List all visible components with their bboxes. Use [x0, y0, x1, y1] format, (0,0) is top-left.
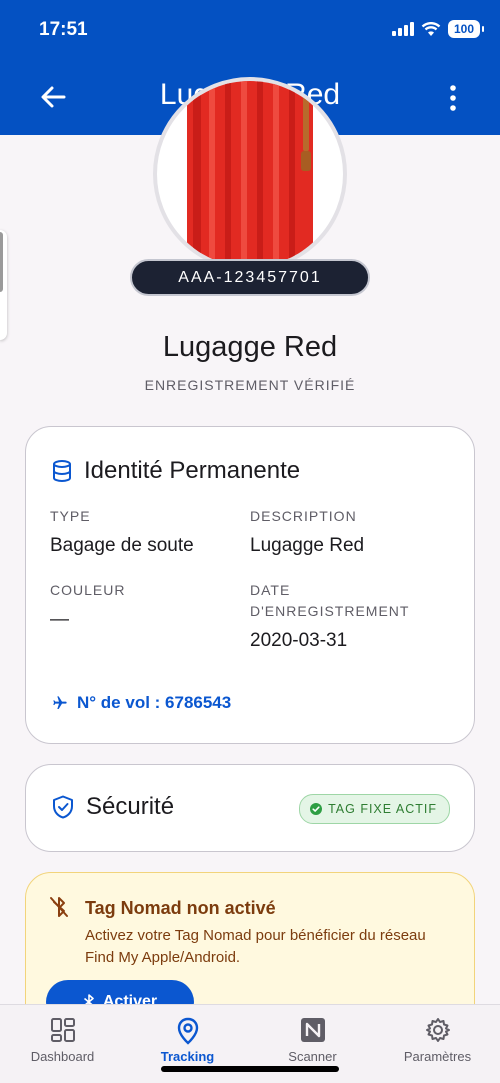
airplane-icon [53, 696, 67, 709]
nav-tracking-label: Tracking [160, 1049, 215, 1064]
item-name: Lugagge Red [162, 331, 338, 363]
home-indicator [161, 1066, 339, 1072]
color-value: — [50, 609, 69, 630]
nav-settings-label: Paramètres [403, 1049, 472, 1064]
check-circle-icon [310, 803, 323, 815]
database-icon [53, 460, 71, 482]
security-card-title: Sécurité [86, 793, 175, 820]
location-pin-icon [177, 1017, 198, 1045]
tag-id-badge: AAA-123457701 [130, 259, 370, 296]
type-value: Bagage de soute [50, 535, 194, 556]
side-drawer-handle[interactable] [0, 230, 7, 340]
nav-dashboard[interactable]: Dashboard [0, 1005, 125, 1083]
gear-icon [425, 1018, 450, 1042]
description-value: Lugagge Red [250, 535, 365, 556]
nomad-description: Activez votre Tag Nomad pour bénéficier … [85, 927, 426, 966]
identity-card: Identité Permanente TYPE Bagage de soute… [25, 426, 475, 744]
status-time: 17:51 [39, 19, 88, 40]
luggage-photo [153, 77, 347, 271]
nav-dashboard-label: Dashboard [30, 1049, 95, 1064]
status-icons: 100 [392, 20, 484, 38]
date-value: 2020-03-31 [250, 630, 348, 651]
security-card: Sécurité TAG FIXE ACTIF [25, 764, 475, 852]
flight-number: N° de vol : 6786543 [52, 693, 231, 713]
dashboard-icon [50, 1018, 75, 1042]
signal-icon [392, 22, 414, 36]
color-label: COULEUR [50, 582, 126, 598]
date-label: DATE D'ENREGISTREMENT [250, 582, 410, 619]
identity-card-title: Identité Permanente [84, 457, 301, 484]
nomad-title: Tag Nomad non activé [85, 898, 276, 918]
bluetooth-disabled-icon [50, 897, 68, 917]
tag-status-badge: TAG FIXE ACTIF [299, 794, 450, 824]
battery-indicator: 100 [448, 20, 484, 38]
shield-icon [53, 795, 73, 819]
more-vert-icon[interactable] [446, 84, 460, 112]
tag-status-text: TAG FIXE ACTIF [328, 802, 437, 816]
nav-scanner-label: Scanner [288, 1049, 337, 1064]
nav-settings[interactable]: Paramètres [375, 1005, 500, 1083]
type-label: TYPE [50, 508, 91, 524]
nfc-icon [300, 1018, 325, 1042]
description-label: DESCRIPTION [250, 508, 357, 524]
verification-status: ENREGISTREMENT VÉRIFIÉ [144, 377, 356, 393]
flight-number-text: N° de vol : 6786543 [77, 693, 232, 712]
wifi-icon [421, 21, 441, 36]
